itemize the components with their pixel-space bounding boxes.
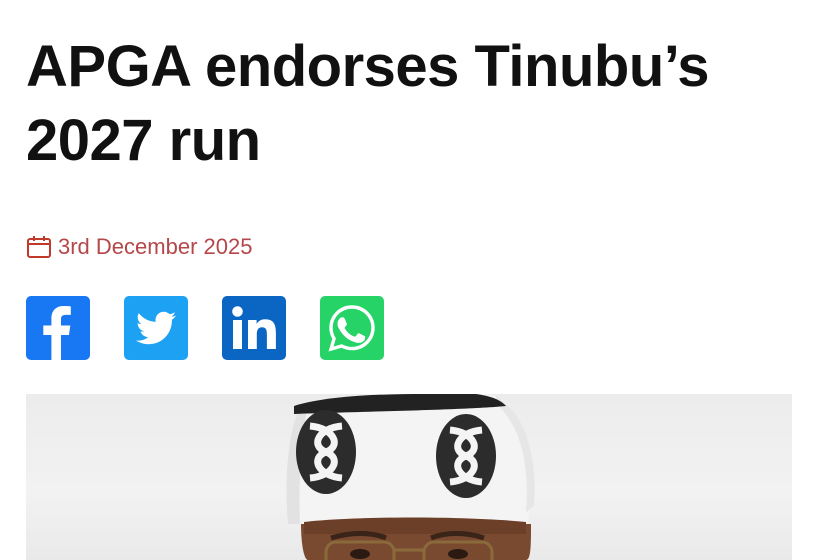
whatsapp-icon [320, 296, 384, 360]
article-date: 3rd December 2025 [26, 232, 252, 262]
article-photo [26, 394, 792, 560]
share-buttons [26, 296, 384, 360]
twitter-icon [124, 296, 188, 360]
date-text: 3rd December 2025 [58, 234, 253, 259]
facebook-icon [26, 296, 90, 360]
share-twitter-button[interactable] [124, 296, 188, 360]
linkedin-icon [222, 296, 286, 360]
calendar-icon [27, 236, 51, 258]
portrait-image [286, 394, 535, 560]
article-title: APGA endorses Tinubu’s 2027 run [26, 34, 709, 173]
share-whatsapp-button[interactable] [320, 296, 384, 360]
share-facebook-button[interactable] [26, 296, 90, 360]
share-linkedin-button[interactable] [222, 296, 286, 360]
